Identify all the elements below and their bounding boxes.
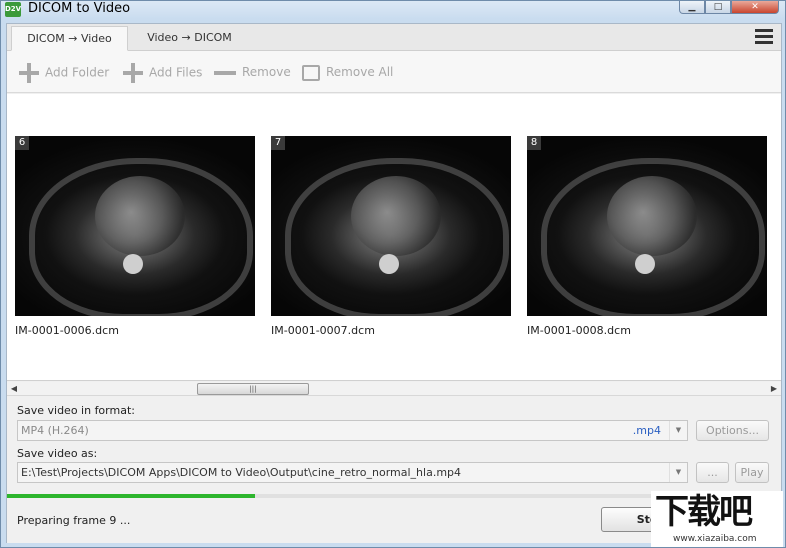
dicom-frame-image[interactable]: 7 bbox=[271, 136, 511, 316]
remove-all-button[interactable]: Remove All bbox=[302, 63, 393, 83]
play-button[interactable]: Play bbox=[735, 462, 769, 483]
add-files-button[interactable]: Add Files bbox=[123, 63, 202, 83]
horizontal-scrollbar[interactable]: ◀ ||| ▶ bbox=[7, 382, 781, 396]
remove-label: Remove bbox=[242, 65, 291, 79]
watermark-logo: 下载吧 www.xiazaiba.com bbox=[651, 491, 783, 547]
client-area: DICOM → Video Video → DICOM Add Folder A… bbox=[6, 23, 782, 543]
format-select[interactable]: MP4 (H.264) .mp4 ▼ bbox=[17, 420, 688, 441]
thumbnail-filename: IM-0001-0008.dcm bbox=[527, 324, 631, 337]
maximize-button[interactable]: □ bbox=[705, 1, 731, 14]
add-files-label: Add Files bbox=[149, 65, 203, 80]
format-label: Save video in format: bbox=[17, 404, 135, 417]
thumbnail-item[interactable]: 7 IM-0001-0007.dcm bbox=[271, 136, 511, 337]
save-as-label: Save video as: bbox=[17, 447, 98, 460]
frame-index-badge: 6 bbox=[15, 136, 29, 150]
watermark-text: 下载吧 bbox=[655, 492, 753, 532]
status-text: Preparing frame 9 ... bbox=[17, 514, 131, 527]
tab-video-to-dicom[interactable]: Video → DICOM bbox=[132, 26, 247, 51]
scroll-right-arrow-icon[interactable]: ▶ bbox=[767, 382, 781, 396]
app-window: D2V DICOM to Video ▁ □ ✕ DICOM → Video V… bbox=[0, 0, 786, 548]
plus-icon bbox=[19, 63, 39, 83]
frame-index-badge: 8 bbox=[527, 136, 541, 150]
plus-icon bbox=[123, 63, 143, 83]
tab-dicom-to-video[interactable]: DICOM → Video bbox=[11, 26, 128, 51]
add-folder-label: Add Folder bbox=[45, 65, 110, 80]
scroll-left-arrow-icon[interactable]: ◀ bbox=[7, 382, 21, 396]
checkbox-icon bbox=[302, 64, 320, 81]
save-path-value: E:\Test\Projects\DICOM Apps\DICOM to Vid… bbox=[21, 466, 462, 479]
app-logo-icon: D2V bbox=[5, 2, 21, 17]
minimize-button[interactable]: ▁ bbox=[679, 1, 705, 14]
spine-shape bbox=[379, 254, 399, 274]
dicom-frame-image[interactable]: 8 bbox=[527, 136, 767, 316]
dicom-frame-image[interactable]: 6 bbox=[15, 136, 255, 316]
thumbnail-item[interactable]: 8 IM-0001-0008.dcm bbox=[527, 136, 767, 337]
window-title: DICOM to Video bbox=[28, 1, 131, 16]
remove-button[interactable]: Remove bbox=[214, 63, 291, 83]
options-button[interactable]: Options... bbox=[696, 420, 769, 441]
minus-icon bbox=[214, 70, 236, 75]
watermark-url: www.xiazaiba.com bbox=[673, 534, 757, 544]
close-button[interactable]: ✕ bbox=[731, 1, 779, 14]
format-value: MP4 (H.264) bbox=[21, 424, 89, 437]
spine-shape bbox=[635, 254, 655, 274]
add-folder-button[interactable]: Add Folder bbox=[19, 63, 109, 83]
title-bar[interactable]: D2V DICOM to Video ▁ □ ✕ bbox=[1, 1, 785, 19]
toolbar: Add Folder Add Files Remove Remove All bbox=[7, 51, 781, 93]
scrollbar-thumb[interactable]: ||| bbox=[197, 383, 309, 395]
chevron-down-icon[interactable]: ▼ bbox=[669, 421, 687, 440]
thumbnail-filename: IM-0001-0006.dcm bbox=[15, 324, 119, 337]
thumbnail-item[interactable]: 6 IM-0001-0006.dcm bbox=[15, 136, 255, 337]
browse-button[interactable]: ... bbox=[696, 462, 729, 483]
chevron-down-icon[interactable]: ▼ bbox=[669, 463, 687, 482]
thumbnail-gallery[interactable]: 6 IM-0001-0006.dcm 7 IM-0001-0007.dcm 8 … bbox=[7, 94, 781, 381]
tab-bar: DICOM → Video Video → DICOM bbox=[7, 24, 781, 51]
format-extension: .mp4 bbox=[632, 424, 661, 437]
thumbnail-filename: IM-0001-0007.dcm bbox=[271, 324, 375, 337]
save-path-select[interactable]: E:\Test\Projects\DICOM Apps\DICOM to Vid… bbox=[17, 462, 688, 483]
menu-hamburger-icon[interactable] bbox=[755, 29, 773, 45]
remove-all-label: Remove All bbox=[326, 65, 394, 79]
frame-index-badge: 7 bbox=[271, 136, 285, 150]
spine-shape bbox=[123, 254, 143, 274]
